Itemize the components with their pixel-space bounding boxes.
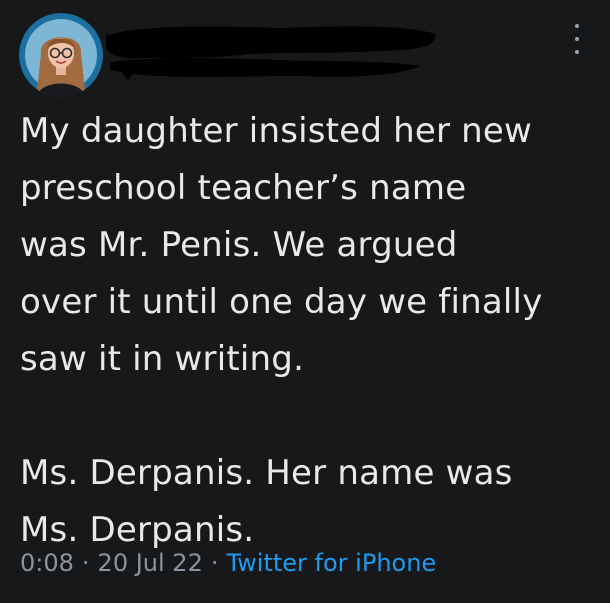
tweet-date[interactable]: 20 Jul 22 bbox=[98, 549, 203, 577]
author-avatar[interactable] bbox=[19, 13, 103, 97]
more-dot bbox=[575, 24, 579, 28]
avatar-image bbox=[19, 13, 103, 97]
tweet-paragraph-2: Ms. Derpanis. Her name was Ms. Derpanis. bbox=[20, 453, 513, 550]
meta-separator: · bbox=[81, 549, 90, 577]
more-dot bbox=[575, 37, 579, 41]
more-dot bbox=[575, 50, 579, 54]
tweet-paragraph-1: My daughter insisted her new preschool t… bbox=[20, 111, 543, 379]
tweet-metadata: 0:08 · 20 Jul 22 · Twitter for iPhone bbox=[20, 545, 436, 581]
more-options-icon[interactable] bbox=[569, 24, 585, 54]
tweet-body: My daughter insisted her new preschool t… bbox=[20, 103, 600, 559]
tweet-card: My daughter insisted her new preschool t… bbox=[0, 0, 610, 603]
redacted-username bbox=[106, 26, 436, 80]
meta-separator: · bbox=[210, 549, 219, 577]
tweet-time[interactable]: 0:08 bbox=[20, 549, 74, 577]
tweet-source-link[interactable]: Twitter for iPhone bbox=[226, 549, 436, 577]
